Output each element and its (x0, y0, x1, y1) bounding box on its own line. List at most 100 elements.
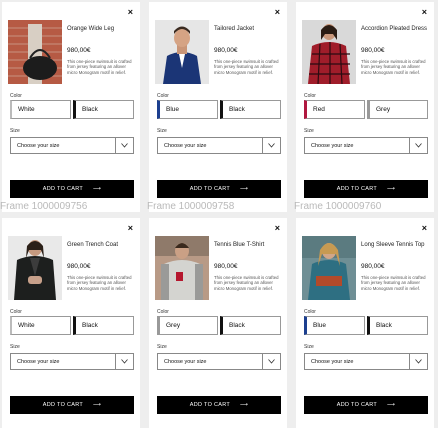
product-description: This one-piece swimsuit is crafted from … (361, 59, 426, 75)
frame-label: Frame 1000009760 (294, 201, 382, 212)
size-select-value: Choose your size (311, 358, 354, 365)
size-label: Size (10, 128, 20, 134)
size-select[interactable]: Choose your size (10, 137, 134, 154)
arrow-right-icon: ⟶ (93, 186, 102, 192)
color-option-black[interactable]: Black (220, 316, 281, 335)
product-image (302, 236, 356, 300)
color-option-red[interactable]: Red (304, 100, 365, 119)
product-image (155, 20, 209, 84)
size-select-value: Choose your size (164, 358, 207, 365)
size-label: Size (157, 344, 167, 350)
product-price: 980,00€ (214, 263, 238, 270)
product-price: 980,00€ (67, 263, 91, 270)
frame-label: Frame 1000009758 (147, 201, 235, 212)
color-option-black[interactable]: Black (367, 316, 428, 335)
color-option-grey[interactable]: Grey (367, 100, 428, 119)
arrow-right-icon: ⟶ (93, 402, 102, 408)
product-description: This one-piece swimsuit is crafted from … (361, 275, 426, 291)
color-label: Color (304, 93, 316, 99)
size-select[interactable]: Choose your size (10, 353, 134, 370)
product-image (302, 20, 356, 84)
product-description: This one-piece swimsuit is crafted from … (214, 275, 279, 291)
chevron-down-icon (409, 354, 427, 369)
size-select[interactable]: Choose your size (304, 353, 428, 370)
arrow-right-icon: ⟶ (387, 402, 396, 408)
product-image (8, 20, 62, 84)
color-option-blue[interactable]: Blue (304, 316, 365, 335)
add-to-cart-label: ADD TO CART (189, 402, 231, 408)
size-select-value: Choose your size (17, 142, 60, 149)
product-card: × Accordion Pleated Dress 980,00€ This o… (296, 2, 434, 212)
arrow-right-icon: ⟶ (240, 402, 249, 408)
color-options: Grey Black (157, 316, 281, 335)
add-to-cart-button[interactable]: ADD TO CART ⟶ (304, 180, 428, 198)
color-options: White Black (10, 100, 134, 119)
color-option-black[interactable]: Black (73, 100, 134, 119)
product-card: × Orange Wide Leg 980,00€ This one-piece… (2, 2, 140, 212)
size-label: Size (304, 128, 314, 134)
arrow-right-icon: ⟶ (387, 186, 396, 192)
color-options: Red Grey (304, 100, 428, 119)
close-icon[interactable]: × (128, 224, 133, 233)
arrow-right-icon: ⟶ (240, 186, 249, 192)
product-price: 980,00€ (361, 47, 385, 54)
chevron-down-icon (409, 138, 427, 153)
color-label: Color (157, 309, 169, 315)
product-title: Orange Wide Leg (67, 26, 115, 32)
add-to-cart-label: ADD TO CART (189, 186, 231, 192)
chevron-down-icon (262, 354, 280, 369)
add-to-cart-button[interactable]: ADD TO CART ⟶ (10, 396, 134, 414)
color-option-black[interactable]: Black (220, 100, 281, 119)
add-to-cart-button[interactable]: ADD TO CART ⟶ (157, 180, 281, 198)
color-option-grey[interactable]: Grey (157, 316, 218, 335)
add-to-cart-button[interactable]: ADD TO CART ⟶ (10, 180, 134, 198)
size-label: Size (10, 344, 20, 350)
close-icon[interactable]: × (275, 224, 280, 233)
color-option-white[interactable]: White (10, 100, 71, 119)
color-option-white[interactable]: White (10, 316, 71, 335)
product-title: Accordion Pleated Dress (361, 26, 428, 32)
close-icon[interactable]: × (422, 8, 427, 17)
size-select[interactable]: Choose your size (304, 137, 428, 154)
color-option-black[interactable]: Black (73, 316, 134, 335)
color-options: Blue Black (157, 100, 281, 119)
product-title: Tailored Jacket (214, 26, 255, 32)
product-price: 980,00€ (214, 47, 238, 54)
product-image (8, 236, 62, 300)
product-card: × Tailored Jacket 980,00€ This one-piece… (149, 2, 287, 212)
color-options: White Black (10, 316, 134, 335)
size-select-value: Choose your size (17, 358, 60, 365)
product-card: × Long Sleeve Tennis Top 980,00€ This on… (296, 218, 434, 428)
close-icon[interactable]: × (128, 8, 133, 17)
color-label: Color (304, 309, 316, 315)
product-card: × Tennis Blue T-Shirt 980,00€ This one-p… (149, 218, 287, 428)
add-to-cart-button[interactable]: ADD TO CART ⟶ (157, 396, 281, 414)
add-to-cart-label: ADD TO CART (42, 186, 84, 192)
product-title: Tennis Blue T-Shirt (214, 242, 265, 248)
product-image (155, 236, 209, 300)
color-options: Blue Black (304, 316, 428, 335)
chevron-down-icon (115, 354, 133, 369)
add-to-cart-label: ADD TO CART (336, 402, 378, 408)
close-icon[interactable]: × (422, 224, 427, 233)
size-label: Size (304, 344, 314, 350)
close-icon[interactable]: × (275, 8, 280, 17)
add-to-cart-label: ADD TO CART (336, 186, 378, 192)
size-select[interactable]: Choose your size (157, 353, 281, 370)
size-label: Size (157, 128, 167, 134)
product-title: Green Trench Coat (67, 242, 119, 248)
frame-label: Frame 1000009756 (0, 201, 88, 212)
product-description: This one-piece swimsuit is crafted from … (214, 59, 279, 75)
chevron-down-icon (115, 138, 133, 153)
color-label: Color (10, 93, 22, 99)
size-select[interactable]: Choose your size (157, 137, 281, 154)
chevron-down-icon (262, 138, 280, 153)
size-select-value: Choose your size (164, 142, 207, 149)
product-description: This one-piece swimsuit is crafted from … (67, 59, 132, 75)
product-price: 980,00€ (361, 263, 385, 270)
color-label: Color (157, 93, 169, 99)
add-to-cart-button[interactable]: ADD TO CART ⟶ (304, 396, 428, 414)
color-option-blue[interactable]: Blue (157, 100, 218, 119)
add-to-cart-label: ADD TO CART (42, 402, 84, 408)
product-card: × Green Trench Coat 980,00€ This one-pie… (2, 218, 140, 428)
